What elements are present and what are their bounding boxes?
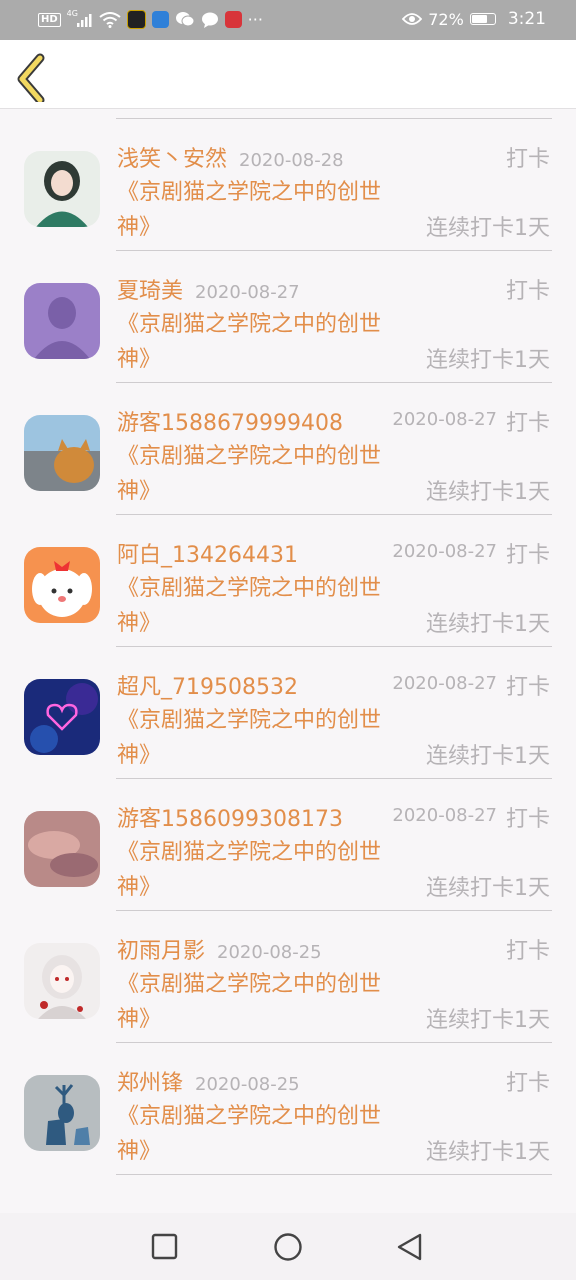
back-button[interactable] <box>8 46 56 105</box>
list-item[interactable]: 超凡_719508532 2020-08-27 打卡《京剧猫之学院之中的创世神》连续… <box>0 647 576 779</box>
checkin-date: 2020-08-27 <box>392 541 497 562</box>
course-title: 创世神》 <box>117 109 392 113</box>
list-item[interactable]: 夏琦美 2020-08-27 打卡《京剧猫之学院之中的创世神》连续打卡1天 <box>0 251 576 383</box>
streak-text: 连续打卡1天 <box>426 612 550 637</box>
streak-text: 连续打卡1天 <box>426 109 550 110</box>
streak-text: 连续打卡1天 <box>426 1008 550 1033</box>
circle-icon <box>274 1233 302 1261</box>
course-title: 《京剧猫之学院之中的创世神》 <box>117 972 382 1032</box>
user-name-line: 郑州锋 2020-08-25 <box>117 1065 300 1097</box>
course-title: 《京剧猫之学院之中的创世神》 <box>117 180 382 240</box>
user-name: 初雨月影 <box>117 939 206 964</box>
checkin-date: 2020-08-27 <box>392 673 497 694</box>
list-item[interactable]: 郑州锋 2020-08-25 打卡《京剧猫之学院之中的创世神》连续打卡1天 <box>0 1043 576 1175</box>
checkin-tag: 打卡 <box>505 807 550 832</box>
message-icon <box>201 12 218 28</box>
header-bar <box>0 40 576 109</box>
user-name: 超凡_719508532 <box>117 675 298 700</box>
course-title: 《京剧猫之学院之中的创世神》 <box>117 840 382 900</box>
checkin-tag: 打卡 <box>505 939 550 964</box>
checkin-date: 2020-08-27 <box>392 805 497 826</box>
chevron-left-icon <box>17 53 45 105</box>
home-button[interactable] <box>268 1231 308 1263</box>
user-name: 浅笑丶安然 <box>117 147 228 172</box>
avatar[interactable] <box>24 811 100 887</box>
checkin-tag: 打卡 <box>505 411 550 436</box>
system-nav-bar <box>0 1213 576 1280</box>
user-name: 游客1586099308173 <box>117 807 343 832</box>
status-left: HD 4G ··· <box>38 9 263 29</box>
checkin-tag: 打卡 <box>505 1071 550 1096</box>
user-name: 游客1588679999408 <box>117 411 343 436</box>
battery-percent: 72% <box>428 9 464 29</box>
user-name: 夏琦美 <box>117 279 184 304</box>
streak-text: 连续打卡1天 <box>426 744 550 769</box>
list-item[interactable]: 游客1588679999408 2020-08-27 打卡《京剧猫之学院之中的创世神… <box>0 383 576 515</box>
streak-text: 连续打卡1天 <box>426 876 550 901</box>
list-item[interactable]: 游客1586099308173 2020-08-27 打卡《京剧猫之学院之中的创世神… <box>0 779 576 911</box>
battery-icon <box>469 13 496 25</box>
checkin-tag: 打卡 <box>505 675 550 700</box>
recent-apps-button[interactable] <box>144 1231 184 1263</box>
course-title: 《京剧猫之学院之中的创世神》 <box>117 708 382 768</box>
checkin-tag: 打卡 <box>505 543 550 568</box>
user-name-line: 夏琦美 2020-08-27 <box>117 273 300 305</box>
course-title: 《京剧猫之学院之中的创世神》 <box>117 576 382 636</box>
app-notification-icon <box>126 10 146 29</box>
nav-back-button[interactable] <box>390 1231 430 1263</box>
clock: 3:21 <box>507 9 546 29</box>
avatar[interactable] <box>24 547 100 623</box>
wifi-icon <box>99 11 121 28</box>
wechat-icon <box>175 12 195 27</box>
streak-text: 连续打卡1天 <box>426 348 550 373</box>
triangle-back-icon <box>397 1233 422 1261</box>
avatar[interactable] <box>24 1075 100 1151</box>
avatar[interactable] <box>24 151 100 227</box>
checkin-date: 2020-08-25 <box>195 1074 300 1095</box>
checkin-date: 2020-08-28 <box>239 150 344 171</box>
list-item[interactable]: 创世神》 连续打卡1天 <box>0 109 576 119</box>
user-name: 阿白_134264431 <box>117 543 298 568</box>
checkin-date: 2020-08-27 <box>392 409 497 430</box>
divider <box>116 1174 552 1175</box>
course-title: 《京剧猫之学院之中的创世神》 <box>117 312 382 372</box>
checkin-list[interactable]: 创世神》连续打卡1天浅笑丶安然2020-08-28打卡《京剧猫之学院之中的创世神… <box>0 109 576 1213</box>
user-name-line: 初雨月影 2020-08-25 <box>117 933 322 965</box>
course-title: 《京剧猫之学院之中的创世神》 <box>117 444 382 504</box>
avatar[interactable] <box>24 943 100 1019</box>
status-bar: HD 4G ··· 72% 3:21 <box>0 0 576 40</box>
streak-text: 连续打卡1天 <box>426 480 550 505</box>
list-item[interactable]: 浅笑丶安然 2020-08-28 打卡《京剧猫之学院之中的创世神》连续打卡1天 <box>0 119 576 251</box>
checkin-tag: 打卡 <box>505 279 550 304</box>
streak-text: 连续打卡1天 <box>426 216 550 241</box>
hd-badge: HD <box>38 12 61 27</box>
checkin-date: 2020-08-25 <box>217 942 322 963</box>
avatar[interactable] <box>24 679 100 755</box>
streak-text: 连续打卡1天 <box>426 1140 550 1165</box>
checkin-tag: 打卡 <box>505 147 550 172</box>
list-item[interactable]: 初雨月影 2020-08-25 打卡《京剧猫之学院之中的创世神》连续打卡1天 <box>0 911 576 1043</box>
list-item[interactable]: 阿白_134264431 2020-08-27 打卡《京剧猫之学院之中的创世神》连续… <box>0 515 576 647</box>
gift-app-icon <box>224 11 242 28</box>
more-icon: ··· <box>247 10 263 29</box>
user-name: 郑州锋 <box>117 1071 184 1096</box>
4g-signal-icon: 4G <box>67 9 93 28</box>
checkin-date: 2020-08-27 <box>195 282 300 303</box>
avatar[interactable] <box>24 283 100 359</box>
user-name-line: 浅笑丶安然 2020-08-28 <box>117 141 344 173</box>
eye-icon <box>402 13 423 25</box>
course-title: 《京剧猫之学院之中的创世神》 <box>117 1104 382 1164</box>
avatar[interactable] <box>24 415 100 491</box>
status-right: 72% 3:21 <box>402 9 546 29</box>
browser-icon <box>151 11 169 28</box>
square-icon <box>151 1233 178 1260</box>
